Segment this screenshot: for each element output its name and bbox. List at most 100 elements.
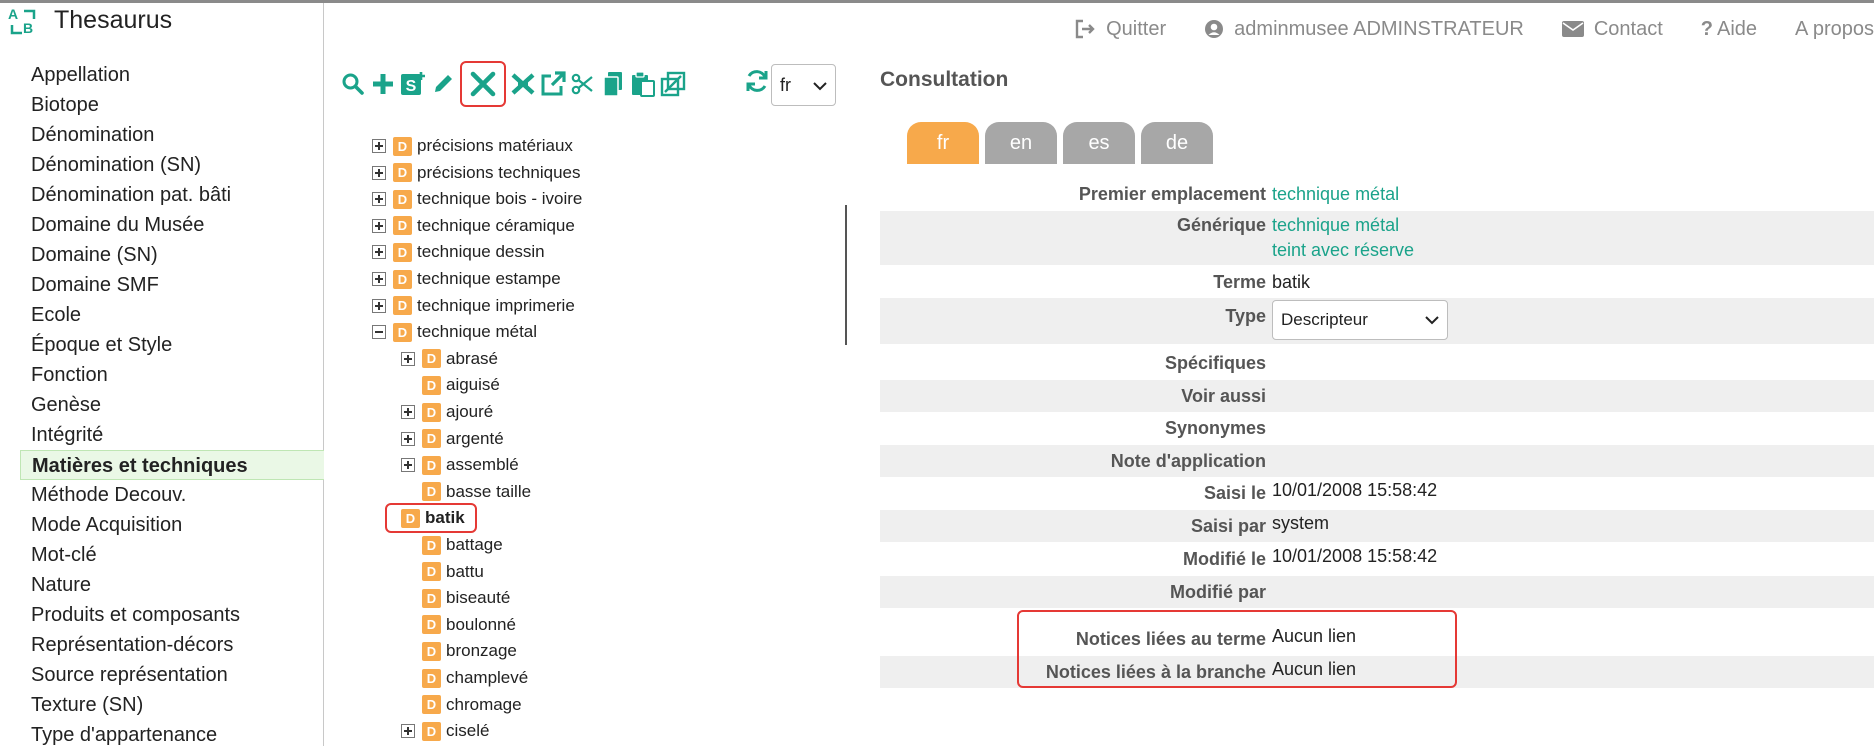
tree-node[interactable]: Dajouré (401, 401, 493, 423)
descriptor-badge-icon: D (401, 508, 420, 528)
tree-node[interactable]: Dtechnique métal (372, 321, 537, 343)
tree-node[interactable]: Dboulonné (401, 614, 516, 636)
vocabulary-list: Appellation Biotope Dénomination Dénominati… (20, 60, 324, 750)
tree-node[interactable]: Dciselé (401, 720, 489, 742)
external-link-icon[interactable] (538, 67, 568, 101)
generique-link[interactable]: technique métal (1272, 213, 1414, 238)
expand-icon[interactable] (372, 245, 386, 260)
tab-fr[interactable]: fr (907, 122, 979, 164)
tree-scrollbar[interactable] (845, 205, 847, 345)
tree-node[interactable]: Dtechnique estampe (372, 268, 561, 290)
sidebar-item[interactable]: Intégrité (20, 420, 324, 450)
sidebar-item[interactable]: Appellation (20, 60, 324, 90)
expand-icon[interactable] (401, 405, 415, 419)
tree-node[interactable]: Dtechnique imprimerie (372, 295, 575, 317)
tree-node[interactable]: Daiguisé (401, 374, 500, 396)
refresh-icon[interactable] (742, 64, 772, 98)
language-select[interactable]: fr (771, 64, 836, 106)
delete-icon[interactable] (460, 61, 506, 107)
descriptor-badge-icon: D (422, 588, 441, 608)
field-label: Premier emplacement (1078, 184, 1266, 204)
expand-icon[interactable] (401, 724, 415, 739)
user-account-link[interactable]: adminmusee ADMINSTRATEUR (1204, 18, 1524, 41)
sidebar-item[interactable]: Domaine (SN) (20, 240, 324, 270)
sidebar-item[interactable]: Nature (20, 570, 324, 600)
descriptor-badge-icon: D (393, 269, 412, 289)
tree-node[interactable]: Dprécisions matériaux (372, 135, 573, 157)
sidebar-item[interactable]: Méthode Decouv. (20, 480, 324, 510)
type-select[interactable]: Descripteur (1272, 300, 1448, 340)
tree-node[interactable]: Dchamplevé (401, 667, 528, 689)
sidebar-item[interactable]: Époque et Style (20, 330, 324, 360)
sidebar-item[interactable]: Source représentation (20, 660, 324, 690)
expand-icon[interactable] (401, 351, 415, 366)
tree-node[interactable]: Dprécisions techniques (372, 162, 580, 184)
sidebar-item[interactable]: Produits et composants (20, 600, 324, 630)
expand-icon[interactable] (372, 165, 386, 180)
tree-node[interactable]: Dtechnique dessin (372, 241, 545, 263)
tab-es[interactable]: es (1063, 122, 1135, 164)
field-specifiques: Spécifiques (880, 348, 1874, 378)
collapse-icon[interactable] (372, 325, 386, 340)
help-link[interactable]: ? Aide (1701, 18, 1757, 41)
user-label: adminmusee ADMINSTRATEUR (1234, 17, 1524, 40)
contact-link[interactable]: Contact (1561, 18, 1663, 41)
tree-node[interactable]: Dtechnique bois - ivoire (372, 188, 582, 210)
descriptor-badge-icon: D (393, 189, 412, 209)
generique-link[interactable]: teint avec réserve (1272, 238, 1414, 263)
sidebar-item[interactable]: Texture (SN) (20, 690, 324, 720)
search-icon[interactable] (338, 67, 368, 101)
tree-node[interactable]: Dchromage (401, 694, 522, 716)
expand-icon[interactable] (372, 218, 386, 233)
sidebar-item[interactable]: Ecole (20, 300, 324, 330)
tree-node[interactable]: Dassemblé (401, 454, 519, 476)
sidebar-item[interactable]: Mot-clé (20, 540, 324, 570)
descriptor-badge-icon: D (393, 163, 412, 183)
tree-node[interactable]: Dargenté (401, 428, 504, 450)
field-label: Type (1225, 306, 1266, 326)
quit-link[interactable]: Quitter (1074, 18, 1166, 41)
tree-node-label: batik (425, 508, 465, 528)
sidebar-item[interactable]: Biotope (20, 90, 324, 120)
tree-node[interactable]: Dbasse taille (401, 481, 531, 503)
tree-node[interactable]: Dbiseauté (401, 587, 510, 609)
sidebar-item[interactable]: Dénomination (20, 120, 324, 150)
sidebar-item[interactable]: Dénomination (SN) (20, 150, 324, 180)
expand-icon[interactable] (372, 192, 386, 207)
copy-icon[interactable] (598, 67, 628, 101)
tree-node[interactable]: Dbatik (385, 503, 477, 534)
sidebar-item[interactable]: Domaine SMF (20, 270, 324, 300)
tree-node[interactable]: Dtechnique céramique (372, 215, 575, 237)
expand-icon[interactable] (372, 298, 386, 313)
merge-icon[interactable] (658, 67, 688, 101)
sidebar-item[interactable]: Dénomination pat. bâti (20, 180, 324, 210)
sidebar-item[interactable]: Matières et techniques (20, 450, 324, 480)
expand-icon[interactable] (401, 431, 415, 446)
tree-node[interactable]: Dbattage (401, 534, 503, 556)
expand-icon[interactable] (372, 139, 386, 153)
tree-node-label: battu (446, 561, 484, 581)
about-label: A propos (1795, 17, 1874, 40)
scissors-icon[interactable] (568, 67, 598, 101)
expand-icon[interactable] (401, 458, 415, 473)
field-label: Terme (1213, 272, 1266, 292)
sidebar-item[interactable]: Genèse (20, 390, 324, 420)
sidebar-item[interactable]: Mode Acquisition (20, 510, 324, 540)
sidebar-item[interactable]: Représentation-décors (20, 630, 324, 660)
premier-emplacement-link[interactable]: technique métal (1272, 181, 1399, 208)
edit-icon[interactable] (428, 67, 458, 101)
expand-icon[interactable] (372, 272, 386, 286)
tree-node[interactable]: Dabrasé (401, 348, 498, 370)
add-icon[interactable] (368, 67, 398, 101)
add-specific-icon[interactable]: S (398, 67, 428, 101)
sidebar-item[interactable]: Domaine du Musée (20, 210, 324, 240)
descriptor-badge-icon: D (422, 402, 441, 422)
about-link[interactable]: A propos (1795, 18, 1874, 41)
tree-node[interactable]: Dbattu (401, 561, 484, 583)
tree-node[interactable]: Dbronzage (401, 640, 517, 662)
tab-de[interactable]: de (1141, 122, 1213, 164)
cut-branch-icon[interactable] (508, 67, 538, 101)
sidebar-item[interactable]: Fonction (20, 360, 324, 390)
tab-en[interactable]: en (985, 122, 1057, 164)
paste-icon[interactable] (628, 67, 658, 101)
